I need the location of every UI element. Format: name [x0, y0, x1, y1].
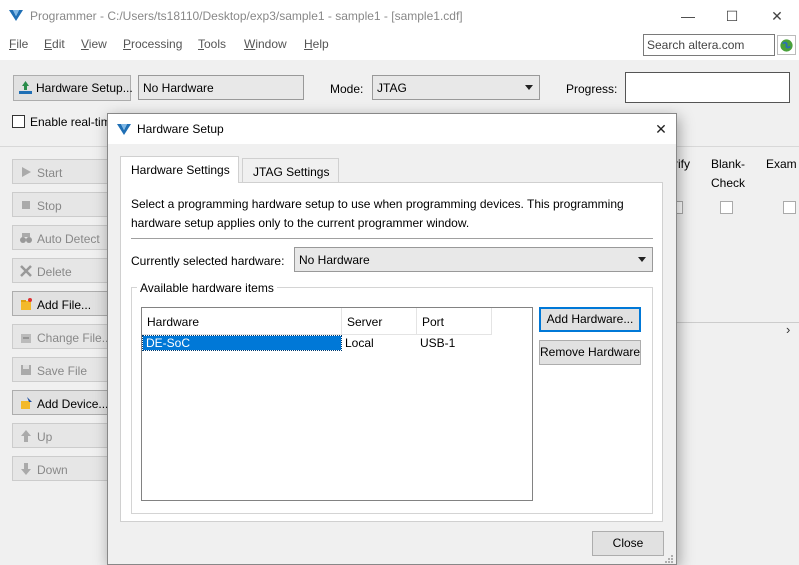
menu-processing[interactable]: Processing [123, 37, 182, 51]
resize-grip-icon[interactable] [664, 554, 674, 564]
progress-label: Progress: [566, 82, 618, 96]
enable-realtime-checkbox[interactable] [12, 115, 25, 128]
mode-value: JTAG [377, 81, 407, 95]
save-file-label: Save File [37, 364, 88, 378]
dialog-title-bar: Hardware Setup ✕ [108, 114, 676, 144]
mode-label: Mode: [330, 82, 364, 96]
current-hardware-label: Currently selected hardware: [131, 254, 285, 268]
stop-label: Stop [37, 199, 62, 213]
add-device-label: Add Device... [37, 397, 108, 411]
current-hardware-select[interactable]: No Hardware [294, 247, 653, 272]
delete-button[interactable]: Delete [12, 258, 108, 283]
start-icon [22, 167, 31, 177]
add-file-button[interactable]: Add File... [12, 291, 108, 316]
chevron-right-icon[interactable]: › [786, 322, 790, 337]
add-device-button[interactable]: Add Device... [12, 390, 108, 415]
add-file-icon [21, 298, 32, 310]
add-device-icon [21, 397, 32, 409]
dialog-close-icon[interactable]: ✕ [651, 120, 671, 138]
hardware-setup-button[interactable]: Hardware Setup... [13, 75, 133, 101]
save-icon [21, 365, 31, 375]
tab-jtag-settings[interactable]: JTAG Settings [242, 158, 339, 184]
hardware-setup-label: Hardware Setup... [36, 81, 133, 95]
column-port: Port [417, 308, 492, 335]
menu-view[interactable]: View [81, 37, 107, 51]
stop-button[interactable]: Stop [12, 192, 108, 217]
title-bar: Programmer - C:/Users/ts18110/Desktop/ex… [0, 0, 799, 32]
delete-label: Delete [37, 265, 72, 279]
change-file-icon [21, 334, 31, 343]
hardware-settings-pane: Select a programming hardware setup to u… [120, 182, 663, 522]
menu-edit[interactable]: Edit [44, 37, 65, 51]
stop-icon [22, 201, 30, 209]
menu-help[interactable]: Help [304, 37, 329, 51]
cell-hardware: DE-SoC [142, 335, 342, 351]
column-hardware: Hardware [142, 308, 342, 335]
add-file-label: Add File... [37, 298, 92, 312]
search-input[interactable]: Search altera.com [643, 34, 775, 56]
add-hardware-button[interactable]: Add Hardware... [539, 307, 641, 332]
column-examine: Exam [766, 157, 797, 171]
change-file-button[interactable]: Change File... [12, 324, 108, 349]
device-grid: rify Blank- Check Exam › [670, 148, 799, 565]
quartus-app-icon [9, 10, 23, 21]
enable-realtime-label: Enable real-tim [30, 115, 111, 129]
close-window-button[interactable]: ✕ [767, 6, 787, 26]
arrow-down-icon [21, 463, 31, 475]
current-hardware-value: No Hardware [299, 253, 370, 267]
setup-description: Select a programming hardware setup to u… [131, 197, 624, 230]
side-button-panel: Start Stop Auto Detect Delete Add File..… [0, 148, 110, 565]
up-button[interactable]: Up [12, 423, 108, 448]
menu-window[interactable]: Window [244, 37, 287, 51]
hardware-setup-icon [19, 81, 32, 94]
save-file-button[interactable]: Save File [12, 357, 108, 382]
table-row[interactable]: DE-SoC Local USB-1 [142, 335, 532, 351]
auto-detect-button[interactable]: Auto Detect [12, 225, 108, 250]
tab-hardware-settings[interactable]: Hardware Settings [120, 156, 239, 183]
column-server: Server [342, 308, 417, 335]
chevron-down-icon [525, 85, 533, 90]
window-title: Programmer - C:/Users/ts18110/Desktop/ex… [30, 9, 463, 23]
column-verify: rify [674, 157, 690, 171]
minimize-button[interactable]: — [678, 6, 698, 26]
remove-hardware-button[interactable]: Remove Hardware [539, 340, 641, 365]
dialog-title: Hardware Setup [137, 122, 224, 136]
search-globe-icon[interactable] [777, 35, 796, 55]
hardware-setup-dialog: Hardware Setup ✕ Hardware Settings JTAG … [107, 113, 677, 565]
available-hardware-label: Available hardware items [137, 281, 277, 295]
examine-checkbox[interactable] [783, 201, 796, 214]
grid-divider [676, 322, 799, 323]
start-button[interactable]: Start [12, 159, 108, 184]
arrow-up-icon [21, 430, 31, 442]
down-button[interactable]: Down [12, 456, 108, 481]
progress-bar [625, 72, 790, 103]
description-divider [131, 238, 653, 239]
up-label: Up [37, 430, 53, 444]
auto-detect-label: Auto Detect [37, 232, 100, 246]
start-label: Start [37, 166, 63, 180]
blank-check-checkbox[interactable] [720, 201, 733, 214]
menu-file[interactable]: File [9, 37, 28, 51]
chevron-down-icon [638, 257, 646, 262]
quartus-app-icon [117, 124, 131, 135]
close-button[interactable]: Close [592, 531, 664, 556]
down-label: Down [37, 463, 68, 477]
change-file-label: Change File... [37, 331, 108, 345]
menu-tools[interactable]: Tools [198, 37, 226, 51]
cell-port: USB-1 [420, 336, 456, 350]
hardware-table: Hardware Server Port DE-SoC Local USB-1 [141, 307, 533, 501]
mode-select[interactable]: JTAG [372, 75, 540, 100]
cell-server: Local [345, 336, 374, 350]
column-blank-check: Blank- Check [710, 157, 745, 190]
maximize-button[interactable]: ☐ [722, 6, 742, 26]
binoculars-icon [20, 233, 32, 243]
current-hardware-field: No Hardware [138, 75, 304, 100]
delete-icon [20, 265, 32, 277]
